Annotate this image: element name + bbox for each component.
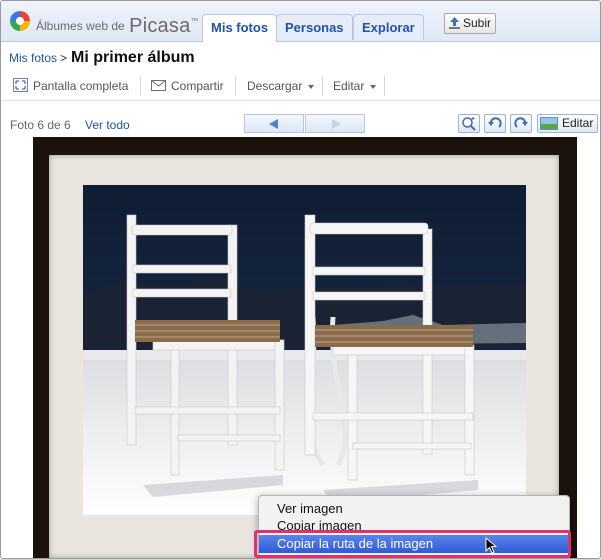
mouse-pointer-icon [485,537,497,554]
fullscreen-button[interactable]: Pantalla completa [13,77,128,95]
breadcrumb: Mis fotos > Mi primer álbum [9,49,195,67]
album-title: Mi primer álbum [71,49,195,66]
zoom-button[interactable] [458,114,480,133]
zoom-icon [462,117,476,131]
picasa-logo-icon [10,11,30,31]
photo-two-chairs[interactable] [83,185,526,515]
toolbar-divider [140,76,141,96]
photo-image [83,185,526,515]
landscape-thumbnail-icon [540,117,558,130]
previous-photo-button[interactable] [244,114,304,133]
photo-counter: Foto 6 de 6 [10,118,71,132]
rotate-left-icon [488,117,502,128]
share-button[interactable]: Compartir [151,77,224,95]
upload-icon [449,17,460,29]
rotate-left-button[interactable] [484,114,506,133]
toolbar-divider [235,76,236,96]
edit-photo-label: Editar [562,116,594,130]
next-photo-button[interactable] [305,114,365,133]
brand-logo[interactable]: Álbumes web de Picasa™ [36,13,199,37]
breadcrumb-separator: > [60,51,68,65]
context-menu-item-copy-image-path[interactable]: Copiar la ruta de la imagen [259,535,569,553]
breadcrumb-mis-fotos-link[interactable]: Mis fotos [9,51,57,65]
fullscreen-icon [13,78,28,92]
edit-menu-label: Editar [333,79,365,93]
tab-mis-fotos[interactable]: Mis fotos [202,14,278,42]
brand-trademark: ™ [190,16,199,26]
brand-subtitle: Álbumes web de [36,19,125,33]
rotate-right-icon [514,117,528,128]
context-menu-item-view-image[interactable]: Ver imagen [259,500,569,518]
arrow-left-icon [269,119,278,129]
rotate-right-button[interactable] [510,114,532,133]
upload-label: Subir [463,16,492,30]
edit-photo-button[interactable]: Editar [537,114,598,133]
header-bar: Álbumes web de Picasa™ Mis fotos Persona… [1,1,600,42]
context-menu-item-copy-image[interactable]: Copiar imagen [259,517,569,535]
download-label: Descargar [247,79,303,93]
fullscreen-label: Pantalla completa [33,79,129,93]
upload-button[interactable]: Subir [444,13,496,34]
toolbar-divider [322,76,323,96]
share-label: Compartir [171,79,224,93]
envelope-icon [151,80,166,91]
chevron-down-icon [370,85,377,89]
album-toolbar: Pantalla completa Compartir Descargar Ed… [1,72,600,101]
arrow-right-icon [332,119,341,129]
brand-name: Picasa [129,15,191,37]
picasa-window: Álbumes web de Picasa™ Mis fotos Persona… [0,0,601,559]
toolbar-divider [384,76,385,96]
tab-explorar[interactable]: Explorar [353,14,424,40]
edit-menu-button[interactable]: Editar [333,77,377,95]
context-menu: Ver imagen Copiar imagen Copiar la ruta … [258,495,570,558]
view-all-link[interactable]: Ver todo [85,118,130,132]
tab-personas[interactable]: Personas [276,14,353,40]
download-menu-button[interactable]: Descargar [247,77,315,95]
chevron-down-icon [308,85,315,89]
